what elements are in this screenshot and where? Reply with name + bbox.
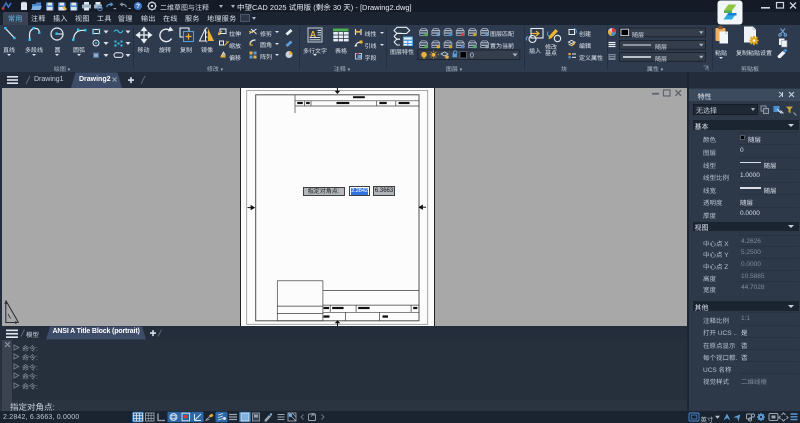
svg-text:0: 0 xyxy=(470,53,474,60)
